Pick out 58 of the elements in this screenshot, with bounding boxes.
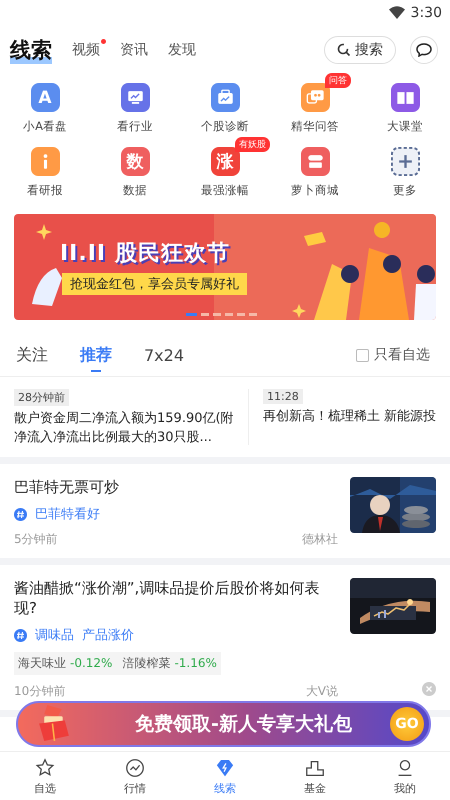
letter-icon: A [30,83,60,112]
article-title[interactable]: 酱油醋掀“涨价潮”,调味品提价后股价将如何表现? [14,578,338,618]
shortcut-item[interactable]: 萝卜商城 [291,147,339,198]
nav-tab[interactable]: 我的 [360,752,450,800]
chat-bubble-icon [416,43,432,57]
promo-bar[interactable]: 免费领取-新人专享大礼包 GO [16,701,431,747]
article-title[interactable]: 巴菲特无票可炒 [14,477,119,497]
nav-tab[interactable]: 自选 [0,752,90,800]
promo-text: 免费领取-新人专享大礼包 [135,712,352,737]
nav-tab[interactable]: 行情 [90,752,180,800]
article-time: 5分钟前 [14,531,58,548]
nav-tab[interactable]: 线索 [180,752,270,800]
shortcut-item[interactable]: 看行业 [117,83,153,134]
chart-icon [124,756,146,778]
stock-name: 海天味业 [18,656,66,670]
article-source: 大V说 [306,683,338,700]
article-time: 10分钟前 [14,683,66,700]
character-icon: 数 [120,147,150,176]
topic-tag[interactable]: 产品涨价 [82,626,134,644]
feed-tab[interactable]: 推荐 [80,334,112,376]
search-icon [337,43,351,57]
message-button[interactable] [410,36,438,64]
shortcut-item[interactable]: A 小A看盘 [23,83,67,134]
promo-banner[interactable]: II.II 股民狂欢节 抢现金红包，享会员专属好礼 [14,214,436,320]
shortcut-badge: 有妖股 [235,137,270,152]
hashtag-icon [14,628,27,642]
feed-tab[interactable]: 7x24 [144,334,184,376]
topic-tag[interactable]: 巴菲特看好 [35,505,100,523]
feed-tab[interactable]: 关注 [16,334,48,376]
shortcut-item[interactable]: 看研报 [27,147,63,198]
header-tab[interactable]: 线索 [10,36,52,64]
status-time: 3:30 [410,4,442,20]
news-time: 11:28 [263,389,303,404]
news-headline[interactable]: 再创新高！梳理稀土 新能源投 [263,407,436,426]
topic-tag[interactable]: 调味品 [35,626,74,644]
nav-tab[interactable]: 基金 [270,752,360,800]
shortcut-item[interactable]: 个股诊断 [201,83,249,134]
header-tab[interactable]: 视频 [72,41,100,59]
news-time: 28分钟前 [14,389,69,406]
banner-title: II.II 股民狂欢节 [60,240,230,268]
shortcut-item[interactable]: 数 数据 [120,147,150,198]
shortcut-item[interactable]: 大课堂 [387,83,423,134]
news-headline[interactable]: 散户资金周二净流入额为159.90亿(附净流入净流出比例最大的30只股... [14,409,238,447]
stock-change: -0.12% [70,656,112,670]
shortcut-item[interactable]: 更多 [390,147,420,198]
stock-name: 涪陵榨菜 [122,656,170,670]
wifi-icon [388,6,405,19]
character-icon: 涨 [210,147,240,176]
header-tab[interactable]: 资讯 [120,41,148,59]
shortcut-badge: 问答 [325,73,351,88]
header-tab[interactable]: 发现 [168,41,196,59]
article-source: 德林社 [302,531,338,548]
watchlist-checkbox[interactable]: 只看自选 [350,345,436,365]
star-icon [34,756,56,778]
hashtag-icon [14,508,27,520]
search-button[interactable]: 搜索 [324,36,396,64]
stock-change: -1.16% [174,656,217,670]
banner-subtitle: 抢现金红包，享会员专属好礼 [62,273,247,295]
